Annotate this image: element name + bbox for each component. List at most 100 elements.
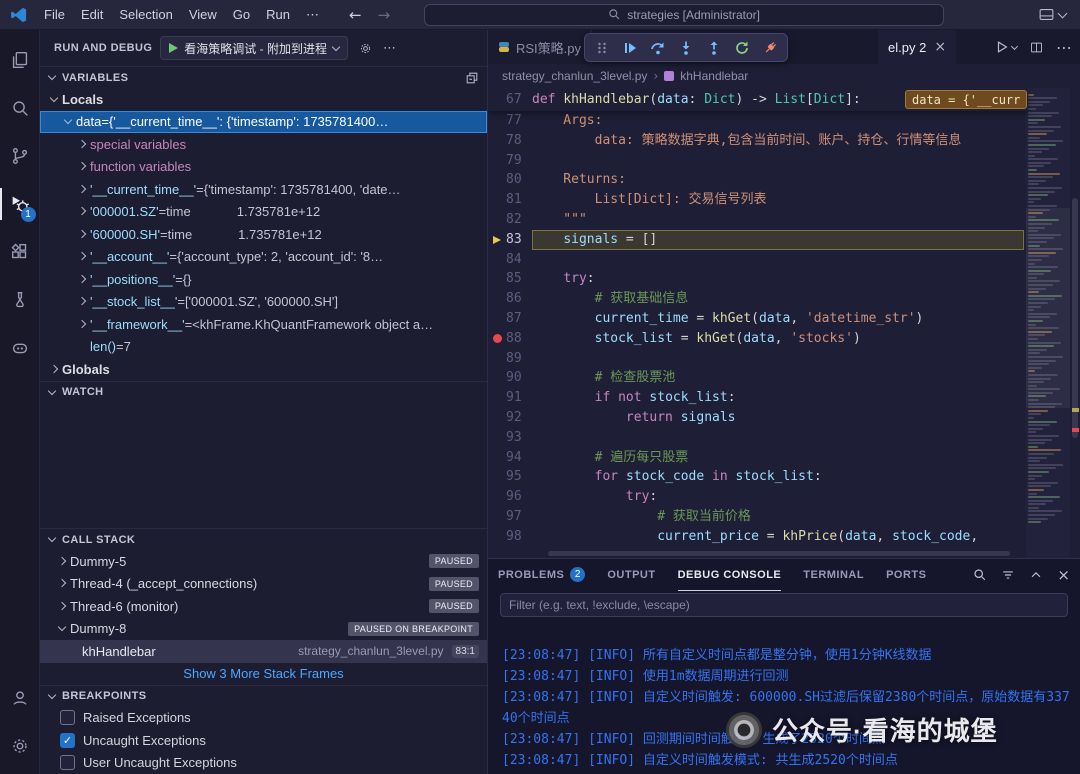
code-line[interactable]: 84 bbox=[488, 250, 1024, 270]
gutter-glyph[interactable] bbox=[488, 309, 506, 329]
chevron-right-icon[interactable] bbox=[74, 187, 90, 192]
code-line[interactable]: 87 current_time = khGet(data, 'datetime_… bbox=[488, 309, 1024, 329]
vertical-scrollbar[interactable] bbox=[1070, 88, 1080, 558]
code-line[interactable]: 79 bbox=[488, 151, 1024, 171]
continue-button[interactable] bbox=[617, 35, 643, 61]
code-line[interactable]: 90 # 检查股票池 bbox=[488, 368, 1024, 388]
console-filter-input[interactable] bbox=[500, 593, 1068, 617]
breakpoint-item[interactable]: User Uncaught Exceptions bbox=[40, 752, 487, 774]
chevron-right-icon[interactable] bbox=[46, 367, 62, 372]
callstack-thread[interactable]: Dummy-5PAUSED bbox=[40, 550, 487, 573]
gutter-glyph[interactable] bbox=[488, 151, 506, 171]
menu-item[interactable]: Run bbox=[258, 4, 298, 26]
code-line[interactable]: 86 # 获取基础信息 bbox=[488, 289, 1024, 309]
tab-strategy-chanlun[interactable]: el.py 2 × bbox=[878, 30, 956, 64]
panel-tab-terminal[interactable]: TERMINAL bbox=[803, 559, 864, 591]
layout-panel-icon[interactable] bbox=[1038, 6, 1055, 23]
code-editor[interactable]: 67 def khHandlebar(data: Dict) -> List[D… bbox=[488, 88, 1080, 558]
stack-frame-row[interactable]: khHandlebar strategy_chanlun_3level.py 8… bbox=[40, 640, 487, 663]
menu-item[interactable]: File bbox=[36, 4, 73, 26]
chevron-right-icon[interactable] bbox=[74, 209, 90, 214]
command-center-search[interactable]: strategies [Administrator] bbox=[424, 4, 944, 26]
minimap-slider[interactable] bbox=[1026, 208, 1070, 408]
debug-settings-gear-icon[interactable] bbox=[358, 41, 373, 56]
chevron-right-icon[interactable] bbox=[74, 299, 90, 304]
menu-item[interactable]: ⋯ bbox=[298, 4, 327, 26]
code-line[interactable]: 95 for stock_code in stock_list: bbox=[488, 467, 1024, 487]
code-line[interactable]: 80 Returns: bbox=[488, 170, 1024, 190]
more-actions-icon[interactable]: ⋯ bbox=[1056, 38, 1072, 57]
variable-row[interactable]: special variables bbox=[40, 133, 487, 156]
callstack-thread[interactable]: Thread-4 (_accept_connections)PAUSED bbox=[40, 573, 487, 596]
menu-item[interactable]: Go bbox=[225, 4, 258, 26]
sticky-scroll-line[interactable]: 67 def khHandlebar(data: Dict) -> List[D… bbox=[488, 88, 1028, 111]
disconnect-button[interactable] bbox=[757, 35, 783, 61]
variable-row[interactable]: '__stock_list__' = ['000001.SZ', '600000… bbox=[40, 291, 487, 314]
close-icon[interactable]: × bbox=[934, 39, 946, 55]
checkbox[interactable] bbox=[60, 710, 75, 725]
maximize-panel-icon[interactable] bbox=[1029, 568, 1043, 582]
sidebar-item-explorer[interactable] bbox=[0, 36, 40, 84]
chevron-right-icon[interactable] bbox=[74, 142, 90, 147]
breadcrumb-symbol[interactable]: khHandlebar bbox=[680, 69, 748, 83]
account-button[interactable] bbox=[0, 674, 40, 722]
breakpoint-dot[interactable] bbox=[488, 329, 506, 349]
code-line[interactable]: 96 try: bbox=[488, 487, 1024, 507]
chevron-right-icon[interactable] bbox=[74, 322, 90, 327]
search-icon[interactable] bbox=[973, 568, 987, 582]
callstack-thread[interactable]: Thread-6 (monitor)PAUSED bbox=[40, 595, 487, 618]
gutter-glyph[interactable] bbox=[488, 527, 506, 547]
run-python-file-button[interactable] bbox=[995, 40, 1017, 54]
variable-row[interactable]: '__framework__' = <khFrame.KhQuantFramew… bbox=[40, 313, 487, 336]
more-actions-icon[interactable]: ⋯ bbox=[383, 41, 396, 56]
variable-row[interactable]: '__positions__' = {} bbox=[40, 268, 487, 291]
forward-icon[interactable]: → bbox=[378, 6, 391, 24]
gutter-glyph[interactable] bbox=[488, 289, 506, 309]
variable-row[interactable]: Locals bbox=[40, 88, 487, 111]
split-editor-icon[interactable] bbox=[1029, 40, 1044, 55]
launch-config-dropdown[interactable]: 看海策略调试 - 附加到进程 bbox=[160, 36, 348, 60]
code-line[interactable]: 92 return signals bbox=[488, 408, 1024, 428]
show-more-frames-link[interactable]: Show 3 More Stack Frames bbox=[40, 663, 487, 685]
code-line[interactable]: 78 data: 策略数据字典,包含当前时间、账户、持仓、行情等信息 bbox=[488, 131, 1024, 151]
chevron-right-icon[interactable] bbox=[74, 232, 90, 237]
gutter-glyph[interactable] bbox=[488, 388, 506, 408]
panel-tab-ports[interactable]: PORTS bbox=[886, 559, 926, 591]
gutter-glyph[interactable] bbox=[488, 467, 506, 487]
code-line[interactable]: 83 signals = [] bbox=[488, 230, 1024, 250]
chevron-down-icon[interactable] bbox=[60, 120, 76, 123]
menu-item[interactable]: Selection bbox=[111, 4, 180, 26]
code-line[interactable]: 81 List[Dict]: 交易信号列表 bbox=[488, 190, 1024, 210]
horizontal-scrollbar[interactable] bbox=[548, 551, 1010, 556]
gutter-glyph[interactable] bbox=[488, 349, 506, 369]
variable-row[interactable]: '600000.SH' = time1.735781e+12 bbox=[40, 223, 487, 246]
chevron-right-icon[interactable] bbox=[74, 277, 90, 282]
gutter-glyph[interactable] bbox=[488, 190, 506, 210]
chevron-down-icon[interactable] bbox=[54, 627, 70, 630]
variable-row[interactable]: '__current_time__' = {'timestamp': 17357… bbox=[40, 178, 487, 201]
gutter-glyph[interactable] bbox=[488, 210, 506, 230]
gutter-glyph[interactable] bbox=[488, 111, 506, 131]
menu-item[interactable]: View bbox=[181, 4, 225, 26]
collapse-all-icon[interactable] bbox=[465, 71, 479, 85]
gutter-glyph[interactable] bbox=[488, 487, 506, 507]
chevron-right-icon[interactable] bbox=[74, 164, 90, 169]
code-line[interactable]: 82 """ bbox=[488, 210, 1024, 230]
chevron-right-icon[interactable] bbox=[54, 604, 70, 609]
sidebar-item-run-debug[interactable]: 1 bbox=[0, 180, 40, 228]
callstack-thread[interactable]: Dummy-8PAUSED ON BREAKPOINT bbox=[40, 618, 487, 641]
chevron-down-icon[interactable] bbox=[1058, 8, 1068, 18]
gutter-glyph[interactable] bbox=[488, 131, 506, 151]
back-icon[interactable]: ← bbox=[349, 6, 362, 24]
menu-item[interactable]: Edit bbox=[73, 4, 111, 26]
callstack-header[interactable]: CALL STACK bbox=[40, 528, 487, 550]
minimap[interactable] bbox=[1026, 88, 1070, 558]
code-line[interactable]: 93 bbox=[488, 428, 1024, 448]
code-line[interactable]: 77 Args: bbox=[488, 111, 1024, 131]
variable-row[interactable]: Globals bbox=[40, 358, 487, 381]
drag-handle[interactable] bbox=[589, 35, 615, 61]
gutter-glyph[interactable] bbox=[488, 269, 506, 289]
settings-button[interactable] bbox=[0, 722, 40, 770]
code-line[interactable]: 94 # 遍历每只股票 bbox=[488, 448, 1024, 468]
variable-row[interactable]: len() = 7 bbox=[40, 336, 487, 359]
